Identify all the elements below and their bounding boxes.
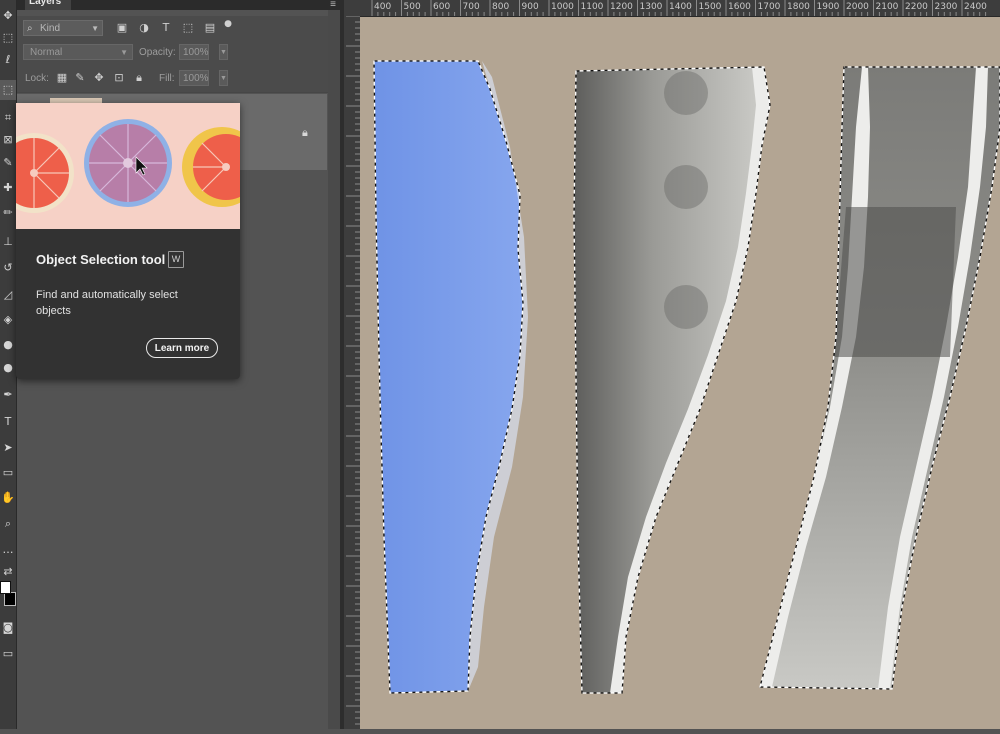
marquee-tool-icon[interactable]: ⬚ — [0, 28, 16, 48]
ruler-tick-label: 700 — [462, 2, 480, 12]
ruler-tick-label: 800 — [492, 2, 510, 12]
shape-layer-filter-icon[interactable]: ⬚ — [181, 21, 195, 35]
brush-tool-icon[interactable]: ✏ — [0, 203, 16, 223]
kind-filter-select[interactable]: ⌕ Kind ▼ — [23, 20, 103, 36]
ruler-tick-label: 400 — [374, 2, 392, 12]
tools-panel: ✥ ⬚ ℓ ⬚ ⌗ ⊠ ✎ ✚ ✏ ⊥ ↺ ◿ ◈ ● ● ✒ T ➤ ▭ ✋ … — [0, 0, 17, 729]
dodge-tool-icon[interactable]: ● — [0, 358, 16, 378]
panel-scrollbar[interactable] — [328, 10, 340, 729]
ruler-tick-label: 600 — [433, 2, 451, 12]
pixel-layer-filter-icon[interactable]: ▣ — [115, 21, 129, 35]
object-selection-tool-icon[interactable]: ⬚ — [0, 80, 16, 100]
crop-tool-icon[interactable]: ⌗ — [0, 108, 16, 128]
learn-more-button[interactable]: Learn more — [146, 338, 218, 358]
ruler-tick-label: 900 — [521, 2, 539, 12]
layers-tab[interactable]: Layers — [25, 0, 71, 10]
clone-stamp-tool-icon[interactable]: ⊥ — [0, 232, 16, 252]
tooltip-preview-image — [16, 103, 240, 229]
ruler-tick-label: 1700 — [757, 2, 781, 12]
frame-tool-icon[interactable]: ⊠ — [0, 130, 16, 150]
lock-all-icon[interactable]: 🔒︎ — [132, 71, 146, 85]
move-tool-icon[interactable]: ✥ — [0, 6, 16, 26]
smart-object-filter-icon[interactable]: ▤ — [203, 21, 217, 35]
ruler-tick-label: 1900 — [816, 2, 840, 12]
filter-toggle-icon[interactable]: ● — [221, 17, 235, 31]
layer-filter-row: ⌕ Kind ▼ ▣ ◑ T ⬚ ▤ ● — [17, 16, 340, 43]
ruler-tick-label: 1400 — [669, 2, 692, 12]
ruler-tick-label: 1600 — [728, 2, 751, 12]
history-brush-tool-icon[interactable]: ↺ — [0, 258, 16, 278]
blur-tool-icon[interactable]: ● — [0, 335, 16, 355]
ruler-tick-label: 1100 — [580, 2, 604, 12]
path-selection-tool-icon[interactable]: ➤ — [0, 438, 16, 458]
lock-transparent-pixels-icon[interactable]: ▦ — [55, 71, 69, 85]
lock-position-icon[interactable]: ✥ — [92, 71, 106, 85]
lock-label: Lock: — [25, 73, 49, 84]
swap-colors-icon[interactable]: ⇄ — [0, 562, 16, 582]
ruler-tick-label: 2200 — [905, 2, 928, 12]
background-color-swatch[interactable] — [4, 592, 16, 606]
healing-brush-tool-icon[interactable]: ✚ — [0, 178, 16, 198]
ruler-tick-label: 1500 — [698, 2, 722, 12]
eraser-tool-icon[interactable]: ◿ — [0, 285, 16, 305]
type-tool-icon[interactable]: T — [0, 412, 16, 432]
screen-mode-icon[interactable]: ▭ — [0, 644, 16, 664]
gradient-tool-icon[interactable]: ◈ — [0, 310, 16, 330]
fill-slider-toggle[interactable]: ▼ — [219, 70, 228, 86]
horizontal-ruler[interactable]: 400 500 600 700 800 900 1000 1100 1200 1300 1400 15… — [360, 0, 1000, 17]
opacity-input[interactable]: 100% — [179, 44, 209, 60]
ruler-origin[interactable] — [344, 0, 360, 16]
search-icon: ⌕ — [27, 23, 33, 34]
kind-filter-label: Kind — [40, 23, 61, 34]
ruler-tick-label: 500 — [403, 2, 421, 12]
layer-lock-icon: 🔒︎ — [302, 126, 308, 139]
zoom-tool-icon[interactable]: ⌕ — [0, 514, 16, 534]
ruler-tick-label: 1800 — [787, 2, 810, 12]
ruler-tick-label: 1200 — [610, 2, 633, 12]
type-layer-filter-icon[interactable]: T — [159, 21, 173, 35]
fill-input[interactable]: 100% — [179, 70, 209, 86]
ruler-tick-label: 2400 — [964, 2, 987, 12]
lock-artboard-icon[interactable]: ⊡ — [112, 71, 126, 85]
foreground-color-swatch[interactable] — [0, 581, 11, 594]
rectangle-tool-icon[interactable]: ▭ — [0, 463, 16, 483]
chevron-down-icon: ▼ — [120, 48, 128, 57]
adjustment-layer-filter-icon[interactable]: ◑ — [137, 21, 151, 35]
opacity-label: Opacity: — [139, 47, 176, 58]
panel-menu-icon[interactable]: ≡ — [330, 0, 336, 10]
eyedropper-tool-icon[interactable]: ✎ — [0, 153, 16, 173]
fill-label: Fill: — [159, 73, 175, 84]
ruler-tick-label: 2100 — [875, 2, 899, 12]
lock-row: Lock: ▦ ✎ ✥ ⊡ 🔒︎ Fill: 100% ▼ — [17, 66, 340, 93]
ruler-tick-label: 2000 — [846, 2, 869, 12]
canvas[interactable] — [360, 17, 1000, 729]
ruler-tick-label: 1300 — [639, 2, 663, 12]
chevron-down-icon: ▼ — [91, 24, 99, 33]
lock-image-pixels-icon[interactable]: ✎ — [73, 71, 87, 85]
vertical-ruler[interactable] — [344, 16, 361, 729]
tooltip-title: Object Selection tool — [36, 252, 166, 267]
pen-tool-icon[interactable]: ✒ — [0, 385, 16, 405]
opacity-slider-toggle[interactable]: ▼ — [219, 44, 228, 60]
more-tools-icon[interactable]: … — [0, 540, 16, 560]
quick-mask-icon[interactable]: ◙ — [0, 618, 16, 638]
tooltip-description: Find and automatically select objects — [36, 289, 178, 317]
ruler-tick-label: 1000 — [551, 2, 574, 12]
ruler-tick-label: 2300 — [934, 2, 958, 12]
tooltip-shortcut-key: W — [168, 251, 184, 268]
tool-tooltip: Object Selection tool W Find and automat… — [16, 103, 240, 379]
blend-mode-select[interactable]: Normal ▼ — [23, 44, 133, 60]
document-window: 400 500 600 700 800 900 1000 1100 1200 1300 1400 15… — [344, 0, 1000, 729]
hand-tool-icon[interactable]: ✋ — [0, 488, 16, 508]
blend-row: Normal ▼ Opacity: 100% ▼ — [17, 40, 340, 67]
lasso-tool-icon[interactable]: ℓ — [0, 50, 16, 70]
blend-mode-value: Normal — [30, 47, 63, 58]
panel-tab-bar: Layers ≡ — [17, 0, 340, 10]
